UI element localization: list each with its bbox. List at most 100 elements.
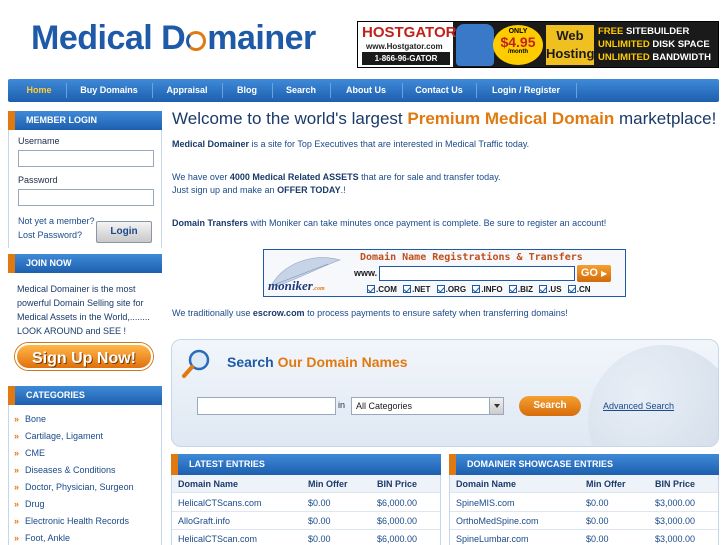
escrow-text-a: We traditionally use — [172, 308, 253, 318]
category-cme[interactable]: » CME — [14, 448, 45, 458]
ad-phone: 1-866-96-GATOR — [362, 52, 450, 65]
lost-password-link[interactable]: Lost Password? — [18, 230, 82, 240]
categories-heading: CATEGORIES — [8, 386, 162, 405]
intro-paragraph: Medical Domainer is a site for Top Execu… — [172, 138, 529, 151]
moniker-logo-suffix: .com — [312, 286, 325, 292]
transfer-text: with Moniker can take minutes once payme… — [248, 218, 607, 228]
tld-label: .NET — [412, 285, 431, 294]
table-row[interactable]: SpineMIS.com $0.00 $3,000.00 — [450, 494, 718, 512]
transfer-paragraph: Domain Transfers with Moniker can take m… — [172, 217, 606, 230]
nav-home[interactable]: Home — [16, 79, 62, 102]
col-bin-price: BIN Price — [655, 479, 696, 489]
nav-divider — [222, 83, 223, 98]
login-button[interactable]: Login — [96, 221, 152, 243]
title-part-b: marketplace! — [614, 109, 717, 128]
not-member-link[interactable]: Not yet a member? — [18, 216, 95, 226]
offer-highlight: OFFER TODAY — [277, 185, 341, 195]
domain-link[interactable]: HelicalCTScans.com — [178, 494, 262, 512]
moniker-domain-input[interactable] — [379, 266, 575, 281]
checkbox-checked-icon — [367, 285, 375, 293]
domain-link[interactable]: SpineMIS.com — [456, 494, 515, 512]
category-label: Cartilage, Ligament — [25, 431, 104, 441]
hostgator-ad-banner[interactable]: HOSTGATOR www.Hostgator.com 1-866-96-GAT… — [357, 21, 719, 68]
col-min-offer: Min Offer — [586, 479, 626, 489]
domain-link[interactable]: OrthoMedSpine.com — [456, 512, 539, 530]
sign-up-button[interactable]: Sign Up Now! — [15, 343, 153, 370]
category-cartilage[interactable]: » Cartilage, Ligament — [14, 431, 103, 441]
logo-swoosh-icon — [186, 31, 207, 51]
checkbox-checked-icon — [539, 285, 548, 293]
assets-text-a: We have over — [172, 172, 230, 182]
checkbox-checked-icon — [508, 285, 517, 293]
nav-about-us[interactable]: About Us — [334, 79, 398, 102]
nav-divider — [330, 83, 331, 98]
title-highlight: Premium Medical Domain — [407, 109, 615, 128]
tld-info[interactable]: .INFO — [472, 285, 503, 294]
tld-com[interactable]: .COM — [367, 285, 397, 294]
domain-link[interactable]: SpineLumbar.com — [456, 530, 529, 545]
table-row[interactable]: OrthoMedSpine.com $0.00 $3,000.00 — [450, 512, 718, 530]
col-bin-price: BIN Price — [377, 479, 418, 489]
password-input[interactable] — [18, 189, 154, 206]
assets-text-c: that are for sale and transfer today. — [358, 172, 501, 182]
category-drug[interactable]: » Drug — [14, 499, 45, 509]
search-button[interactable]: Search — [519, 396, 581, 416]
checkbox-checked-icon — [567, 285, 576, 293]
category-doctor[interactable]: » Doctor, Physician, Surgeon — [14, 482, 134, 492]
table-row[interactable]: HelicalCTScan.com $0.00 $6,000.00 — [172, 530, 440, 545]
username-input[interactable] — [18, 150, 154, 167]
moniker-logo-text: moniker.com — [268, 278, 325, 294]
nav-login-register[interactable]: Login / Register — [480, 79, 572, 102]
min-offer-value: $0.00 — [586, 534, 609, 544]
search-title-highlight: Our Domain Names — [277, 354, 408, 370]
table-row[interactable]: AlloGraft.info $0.00 $6,000.00 — [172, 512, 440, 530]
moniker-logo[interactable]: moniker.com — [268, 254, 346, 294]
chevron-right-icon: » — [14, 431, 20, 441]
tld-biz[interactable]: .BIZ — [508, 285, 533, 294]
chevron-right-icon: » — [14, 482, 20, 492]
category-select[interactable]: All Categories — [351, 397, 504, 415]
nav-divider — [402, 83, 403, 98]
main-nav: Home Buy Domains Appraisal Blog Search A… — [8, 79, 719, 102]
nav-contact-us[interactable]: Contact Us — [406, 79, 472, 102]
domain-search-input[interactable] — [197, 397, 336, 415]
advanced-search-link[interactable]: Advanced Search — [603, 401, 674, 411]
tld-org[interactable]: .ORG — [436, 285, 467, 294]
bin-price-value: $3,000.00 — [655, 516, 696, 526]
min-offer-value: $0.00 — [308, 534, 331, 544]
checkbox-checked-icon — [436, 285, 445, 293]
tld-net[interactable]: .NET — [403, 285, 430, 294]
category-label: Electronic Health Records — [25, 516, 130, 526]
category-foot-ankle[interactable]: » Foot, Ankle — [14, 533, 70, 543]
category-label: Drug — [25, 499, 45, 509]
tld-cn[interactable]: .CN — [567, 285, 591, 294]
escrow-paragraph: We traditionally use escrow.com to proce… — [172, 307, 568, 320]
category-diseases[interactable]: » Diseases & Conditions — [14, 465, 116, 475]
domain-link[interactable]: HelicalCTScan.com — [178, 530, 257, 545]
category-bone[interactable]: » Bone — [14, 414, 46, 424]
site-logo[interactable]: Medical Dmainer — [31, 19, 316, 67]
tld-us[interactable]: .US — [539, 285, 562, 294]
min-offer-value: $0.00 — [308, 516, 331, 526]
nav-blog[interactable]: Blog — [226, 79, 268, 102]
password-label: Password — [18, 175, 58, 185]
table-row[interactable]: HelicalCTScans.com $0.00 $6,000.00 — [172, 494, 440, 512]
chevron-down-icon — [489, 398, 503, 414]
nav-search[interactable]: Search — [276, 79, 326, 102]
join-description: Medical Domainer is the most powerful Do… — [17, 284, 150, 336]
moniker-go-button[interactable]: GO ▶ — [577, 265, 611, 282]
latest-entries-heading: LATEST ENTRIES — [171, 454, 441, 475]
domain-link[interactable]: AlloGraft.info — [178, 512, 230, 530]
moniker-go-label: GO — [580, 267, 598, 279]
member-login-heading: MEMBER LOGIN — [8, 111, 162, 130]
chevron-right-icon: » — [14, 516, 20, 526]
escrow-link[interactable]: escrow.com — [253, 308, 305, 318]
nav-buy-domains[interactable]: Buy Domains — [70, 79, 148, 102]
category-label: Bone — [25, 414, 47, 424]
table-row[interactable]: SpineLumbar.com $0.00 $3,000.00 — [450, 530, 718, 545]
category-ehr[interactable]: » Electronic Health Records — [14, 516, 129, 526]
ad-brand-area: HOSTGATOR www.Hostgator.com 1-866-96-GAT… — [358, 22, 456, 67]
tld-label: .ORG — [445, 285, 467, 294]
table-header-row: Domain Name Min Offer BIN Price — [172, 475, 440, 493]
nav-appraisal[interactable]: Appraisal — [156, 79, 218, 102]
